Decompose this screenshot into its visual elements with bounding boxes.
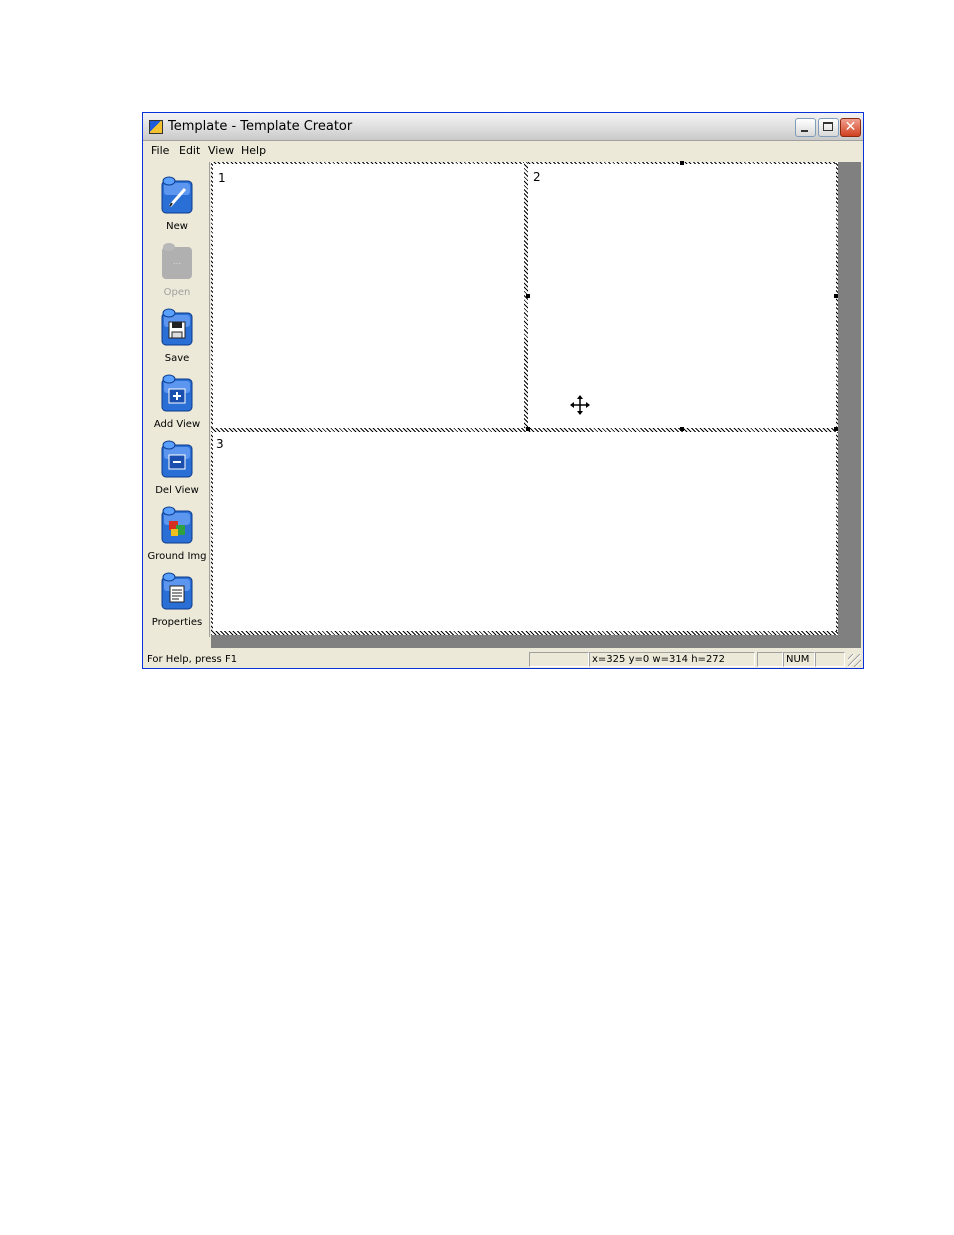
ground-image-button[interactable]: Ground Img xyxy=(145,506,209,570)
ground-image-label: Ground Img xyxy=(147,551,207,562)
minimize-button[interactable] xyxy=(795,118,816,137)
close-icon: ✕ xyxy=(844,119,857,135)
save-button[interactable]: Save xyxy=(145,308,209,372)
new-label: New xyxy=(166,221,188,232)
close-button[interactable]: ✕ xyxy=(840,118,861,137)
floppy-icon xyxy=(161,308,193,346)
template-canvas[interactable]: 1 2 3 xyxy=(211,161,838,635)
folder-icon: … xyxy=(162,243,192,279)
resize-handle-bottom[interactable] xyxy=(680,427,684,431)
menu-bar: File Edit View Help xyxy=(143,141,863,161)
new-button[interactable]: New xyxy=(145,176,209,240)
view-3[interactable]: 3 xyxy=(213,432,836,631)
svg-text:…: … xyxy=(173,257,181,266)
view-2-number: 2 xyxy=(533,170,541,184)
menu-view[interactable]: View xyxy=(208,144,234,157)
status-pane-caps xyxy=(757,652,783,667)
add-view-button[interactable]: Add View xyxy=(145,374,209,438)
template-workspace[interactable]: 1 2 3 xyxy=(211,161,861,648)
pencil-icon xyxy=(161,176,193,214)
vertical-toolbar: New … Open Save Add View Del View Ground… xyxy=(145,162,210,637)
menu-help[interactable]: Help xyxy=(241,144,266,157)
canvas-border-right xyxy=(836,162,838,635)
delete-view-button[interactable]: Del View xyxy=(145,440,209,504)
app-icon[interactable] xyxy=(149,120,163,134)
properties-label: Properties xyxy=(151,617,203,628)
status-coordinates: x=325 y=0 w=314 h=272 xyxy=(589,652,755,667)
resize-handle-left[interactable] xyxy=(526,294,530,298)
resize-handle-top[interactable] xyxy=(680,161,684,165)
status-pane-empty xyxy=(529,652,589,667)
window-title: Template - Template Creator xyxy=(168,119,353,134)
title-bar[interactable]: Template - Template Creator ✕ xyxy=(143,113,863,141)
resize-handle-bottom-right[interactable] xyxy=(834,427,838,431)
view-2[interactable]: 2 xyxy=(528,164,836,428)
save-label: Save xyxy=(164,353,190,364)
properties-icon xyxy=(161,572,193,610)
view-1[interactable]: 1 xyxy=(213,164,524,428)
maximize-button[interactable] xyxy=(818,118,839,137)
status-pane-scroll xyxy=(815,652,845,667)
properties-button[interactable]: Properties xyxy=(145,572,209,636)
status-num-indicator: NUM xyxy=(783,652,815,667)
canvas-border-bottom xyxy=(211,631,838,635)
delete-view-label: Del View xyxy=(155,485,199,496)
view-1-number: 1 xyxy=(218,171,226,185)
menu-edit[interactable]: Edit xyxy=(179,144,200,157)
open-button[interactable]: … Open xyxy=(145,242,209,306)
view-3-number: 3 xyxy=(216,437,224,451)
move-cursor-icon xyxy=(570,395,590,415)
menu-file[interactable]: File xyxy=(151,144,169,157)
open-label: Open xyxy=(163,287,191,298)
resize-handle-bottom-left[interactable] xyxy=(526,427,530,431)
ground-image-icon xyxy=(161,506,193,544)
status-bar: For Help, press F1 x=325 y=0 w=314 h=272… xyxy=(143,651,863,668)
status-help-text: For Help, press F1 xyxy=(147,654,238,665)
resize-grip-icon[interactable] xyxy=(848,654,861,667)
resize-handle-right[interactable] xyxy=(834,294,838,298)
add-view-icon xyxy=(161,374,193,412)
delete-view-icon xyxy=(161,440,193,478)
add-view-label: Add View xyxy=(153,419,201,430)
app-window: Template - Template Creator ✕ File Edit … xyxy=(142,112,864,669)
